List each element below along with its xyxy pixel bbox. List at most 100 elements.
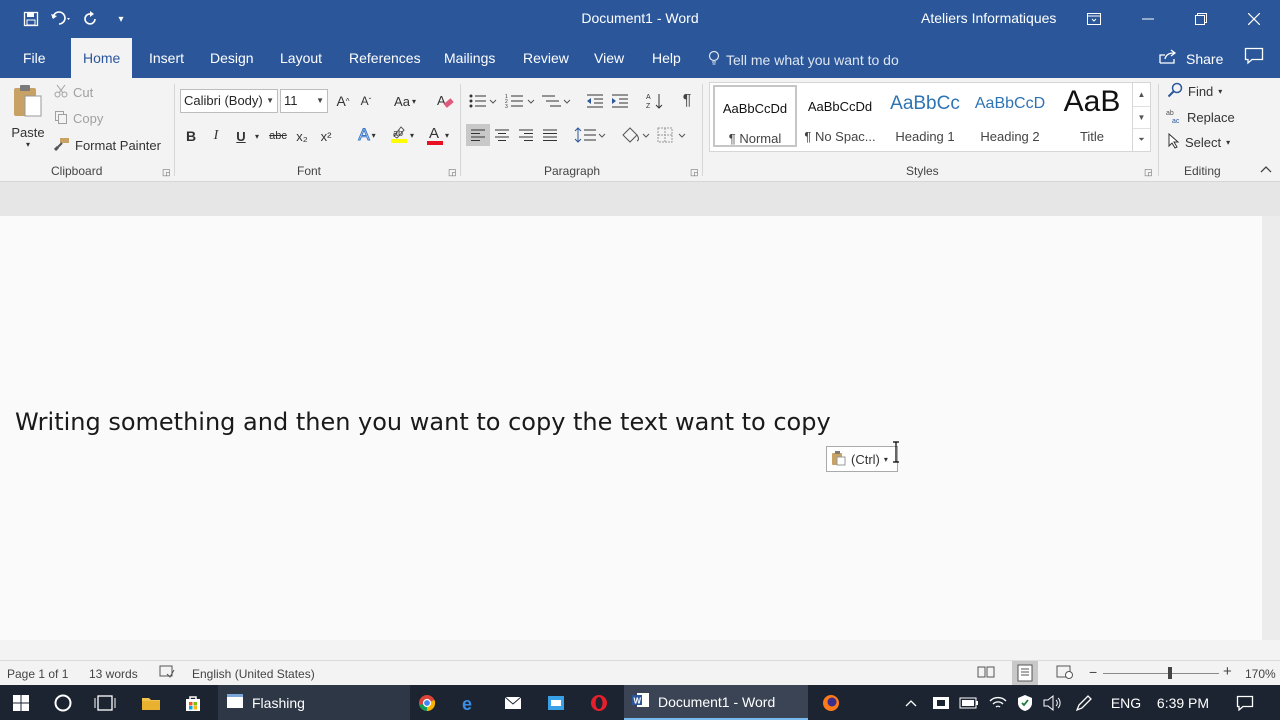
zoom-slider[interactable]: [1103, 673, 1219, 674]
shrink-font-button[interactable]: Aˇ: [357, 91, 375, 111]
tab-home[interactable]: Home: [71, 38, 133, 78]
account-name[interactable]: Ateliers Informatiques: [921, 10, 1056, 26]
close-icon[interactable]: [1231, 0, 1277, 38]
tab-insert[interactable]: Insert: [149, 38, 184, 78]
increase-indent-icon[interactable]: [609, 90, 631, 112]
tab-design[interactable]: Design: [210, 38, 254, 78]
justify-icon[interactable]: [539, 124, 561, 146]
format-painter-button[interactable]: Format Painter: [53, 135, 161, 155]
cortana-icon[interactable]: [44, 685, 82, 720]
cut-button[interactable]: Cut: [54, 82, 93, 102]
clipboard-dialog-launcher-icon[interactable]: ◲: [162, 167, 171, 178]
styles-dialog-launcher-icon[interactable]: ◲: [1144, 167, 1153, 178]
edge-icon[interactable]: e: [451, 685, 489, 720]
tray-app-icon[interactable]: [929, 685, 953, 720]
taskbar-app-flashing[interactable]: Flashing: [218, 685, 410, 720]
taskbar-app-word[interactable]: W Document1 - Word: [624, 685, 808, 720]
minimize-icon[interactable]: [1125, 0, 1171, 38]
sort-icon[interactable]: AZ: [644, 90, 666, 112]
page-count[interactable]: Page 1 of 1: [7, 667, 68, 681]
change-case-button[interactable]: Aa ▾: [388, 91, 422, 111]
zoom-slider-thumb[interactable]: [1168, 667, 1172, 679]
pen-workspace-icon[interactable]: [1072, 685, 1096, 720]
outlook-icon[interactable]: [537, 685, 575, 720]
grow-font-button[interactable]: A ^: [334, 91, 352, 111]
word-count[interactable]: 13 words: [89, 667, 138, 681]
tab-layout[interactable]: Layout: [280, 38, 322, 78]
align-left-icon[interactable]: [466, 124, 490, 146]
styles-gallery-scroll[interactable]: ▲ ▼ ⏷: [1132, 83, 1150, 151]
font-dialog-launcher-icon[interactable]: ◲: [448, 167, 457, 178]
bullets-icon[interactable]: [468, 90, 498, 112]
paste-options-button[interactable]: (Ctrl) ▾: [826, 446, 898, 472]
web-layout-icon[interactable]: [1056, 665, 1074, 682]
share-button[interactable]: Share: [1158, 49, 1223, 68]
comments-icon[interactable]: [1244, 47, 1264, 69]
chevron-up-icon[interactable]: ▲: [1133, 83, 1150, 106]
style-heading-1[interactable]: AaBbCc Heading 1: [883, 85, 967, 147]
file-explorer-icon[interactable]: [132, 685, 170, 720]
zoom-out-button[interactable]: −: [1089, 664, 1097, 680]
opera-icon[interactable]: [580, 685, 618, 720]
font-size-combo[interactable]: 11 ▼: [280, 89, 328, 113]
replace-button[interactable]: ab ac Replace: [1166, 107, 1235, 127]
style-normal[interactable]: AaBbCcDd ¶ Normal: [713, 85, 797, 147]
security-shield-icon[interactable]: [1013, 685, 1037, 720]
bold-button[interactable]: B: [183, 126, 199, 146]
style-no-spacing[interactable]: AaBbCcDd ¶ No Spac...: [798, 85, 882, 147]
restore-icon[interactable]: [1178, 0, 1224, 38]
show-formatting-marks-button[interactable]: ¶: [677, 90, 697, 112]
align-center-icon[interactable]: [491, 124, 513, 146]
font-color-button[interactable]: A ▾: [422, 124, 454, 146]
collapse-ribbon-icon[interactable]: [1258, 162, 1274, 176]
style-heading-2[interactable]: AaBbCcD Heading 2: [968, 85, 1052, 147]
document-text[interactable]: Writing something and then you want to c…: [15, 408, 831, 436]
zoom-in-button[interactable]: +: [1223, 663, 1232, 680]
chevron-down-icon[interactable]: ▼: [1133, 106, 1150, 128]
tab-file[interactable]: File: [23, 38, 46, 78]
wifi-icon[interactable]: [986, 685, 1010, 720]
tab-mailings[interactable]: Mailings: [444, 38, 495, 78]
subscript-button[interactable]: x₂: [293, 126, 311, 146]
strikethrough-button[interactable]: abc: [267, 126, 289, 146]
shading-icon[interactable]: [619, 124, 653, 146]
select-button[interactable]: Select ▾: [1168, 132, 1230, 152]
store-icon[interactable]: [174, 685, 212, 720]
copy-button[interactable]: Copy: [54, 108, 103, 128]
numbering-icon[interactable]: 123: [504, 90, 536, 112]
align-right-icon[interactable]: [515, 124, 537, 146]
text-highlight-button[interactable]: ab ▾: [386, 124, 418, 146]
language-indicator[interactable]: English (United States): [192, 667, 315, 681]
text-effects-button[interactable]: A ▾: [352, 124, 382, 146]
windows-start-icon[interactable]: [0, 685, 42, 720]
tab-help[interactable]: Help: [652, 38, 681, 78]
tab-review[interactable]: Review: [523, 38, 569, 78]
italic-button[interactable]: I: [208, 126, 224, 146]
underline-dropdown-icon[interactable]: ▾: [252, 126, 262, 146]
mail-icon[interactable]: [494, 685, 532, 720]
firefox-icon[interactable]: [812, 685, 850, 720]
zoom-level[interactable]: 170%: [1245, 667, 1276, 681]
line-spacing-icon[interactable]: [573, 124, 607, 146]
chrome-icon[interactable]: [408, 685, 446, 720]
taskbar-clock[interactable]: 6:39 PM: [1150, 685, 1216, 720]
superscript-button[interactable]: x²: [317, 126, 335, 146]
font-name-combo[interactable]: Calibri (Body) ▼: [180, 89, 278, 113]
proofing-icon[interactable]: [159, 665, 175, 682]
tab-references[interactable]: References: [349, 38, 421, 78]
input-language-indicator[interactable]: ENG: [1106, 685, 1146, 720]
show-hidden-icons-icon[interactable]: [900, 685, 922, 720]
find-button[interactable]: Find ▾: [1167, 81, 1222, 101]
clear-formatting-icon[interactable]: A: [434, 90, 456, 112]
tab-view[interactable]: View: [594, 38, 624, 78]
borders-icon[interactable]: [656, 124, 690, 146]
volume-icon[interactable]: [1041, 685, 1065, 720]
ribbon-display-options-icon[interactable]: [1071, 0, 1117, 38]
task-view-icon[interactable]: [86, 685, 124, 720]
underline-button[interactable]: U: [232, 126, 250, 146]
action-center-icon[interactable]: [1228, 685, 1262, 720]
style-title[interactable]: AaB Title: [1050, 85, 1134, 147]
more-styles-icon[interactable]: ⏷: [1133, 128, 1150, 150]
multilevel-list-icon[interactable]: [540, 90, 572, 112]
tell-me-search[interactable]: Tell me what you want to do: [708, 50, 899, 69]
